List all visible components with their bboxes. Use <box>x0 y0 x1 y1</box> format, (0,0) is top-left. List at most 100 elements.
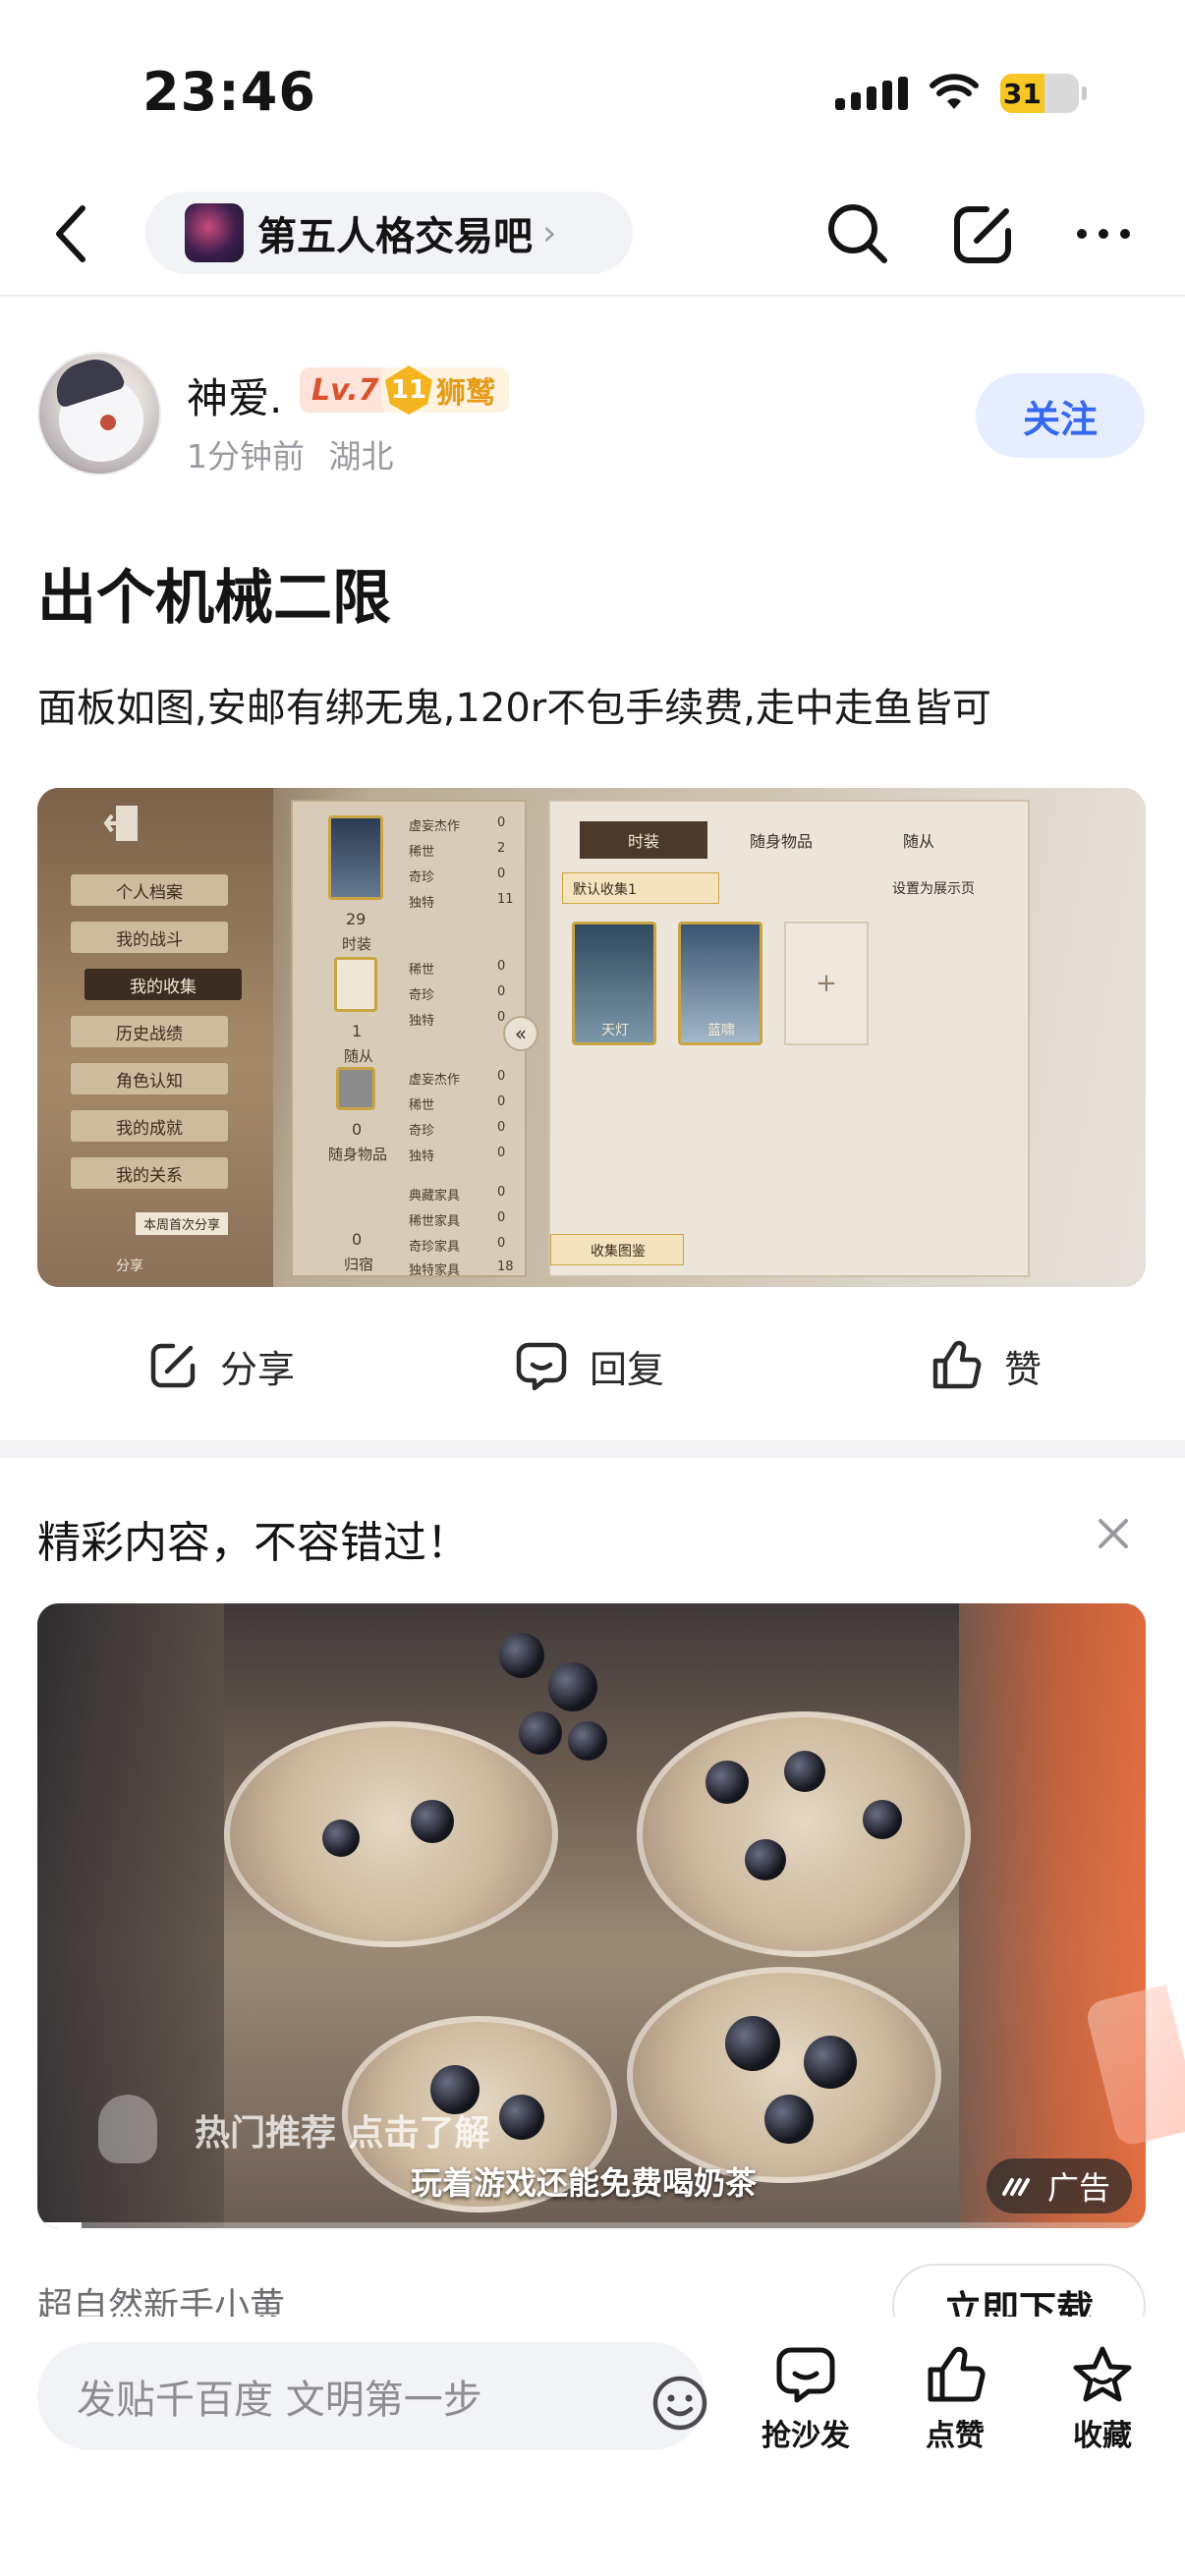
author-name[interactable]: 神爱. <box>187 365 282 425</box>
ad-hint: 热门推荐 点击了解 <box>195 2113 490 2154</box>
stat-value: 0 <box>497 867 506 881</box>
game-menu-item-active: 我的收集 <box>85 969 242 1000</box>
stat-name: 独特 <box>409 896 435 911</box>
like-label: 赞 <box>1004 1347 1043 1391</box>
reply-input-placeholder: 发贴千百度 文明第一步 <box>77 2378 482 2423</box>
stat-name: 独特 <box>409 1149 435 1164</box>
post-location: 湖北 <box>328 437 394 476</box>
stat-value: 0 <box>497 959 506 974</box>
game-menu-item: 我的成就 <box>71 1110 228 1142</box>
battery-level: 31 <box>1002 77 1042 110</box>
stat-value: 0 <box>497 1185 506 1200</box>
stat-name: 稀世 <box>409 1098 435 1113</box>
stat-value: 11 <box>497 892 514 907</box>
author-avatar[interactable] <box>37 352 161 476</box>
follower-card <box>334 957 377 1012</box>
game-tab: 随身物品 <box>749 832 813 851</box>
recommend-title: 精彩内容，不容错过！ <box>37 1518 470 1568</box>
reply-button[interactable]: 回复 <box>515 1331 664 1400</box>
stat-name: 独特 <box>409 1014 435 1029</box>
thumbs-up-icon <box>928 2346 986 2402</box>
game-display-toggle: 设置为展示页 <box>892 881 975 897</box>
bottom-like-label: 点赞 <box>926 2419 985 2453</box>
post-time: 1分钟前 <box>187 437 305 476</box>
more-button[interactable] <box>1071 201 1136 266</box>
stat-name: 奇珍 <box>409 1124 435 1139</box>
post-title: 出个机械二限 <box>37 564 391 633</box>
honor-gem-icon: 11 <box>385 365 432 415</box>
collect-label: 收藏 <box>1073 2419 1132 2453</box>
comment-icon <box>516 1342 567 1391</box>
stat-name: 奇珍 <box>409 870 435 885</box>
share-label: 分享 <box>220 1347 296 1391</box>
milk-tea-cup <box>627 1967 941 2183</box>
game-menu-panel: 个人档案 我的战斗 我的收集 历史战绩 角色认知 我的成就 我的关系 本周首次分… <box>37 788 273 1287</box>
accessory-count: 0 <box>352 1120 363 1139</box>
post-detail-screen: 23:46 31 第五人格交易吧 › 神爱. Lv.7 11 狮鹫 1分钟前 湖… <box>0 0 1185 2576</box>
video-progress-bar <box>37 2222 1146 2228</box>
collapse-arrow-icon: « <box>503 1016 538 1051</box>
stat-value: 0 <box>497 1094 506 1109</box>
collect-button[interactable]: 收藏 <box>1044 2344 1161 2454</box>
bottom-like-button[interactable]: 点赞 <box>896 2344 1014 2454</box>
game-menu-item: 角色认知 <box>71 1063 228 1094</box>
stat-name: 稀世 <box>409 845 435 860</box>
follower-label: 随从 <box>344 1047 374 1065</box>
ad-video[interactable]: 热门推荐 点击了解 玩着游戏还能免费喝奶茶 广告 <box>37 1603 1146 2228</box>
game-collection-panel: 时装 随身物品 随从 默认收集1 设置为展示页 天灯 蓝啸 + 收集图鉴 <box>548 800 1030 1277</box>
follow-button[interactable]: 关注 <box>976 373 1145 458</box>
post-body: 面板如图,安邮有绑无鬼,120r不包手续费,走中走鱼皆可 <box>37 686 991 731</box>
stat-value: 18 <box>497 1260 514 1274</box>
bottom-composer: 发贴千百度 文明第一步 抢沙发 点赞 收藏 <box>0 2317 1185 2576</box>
game-tab-active: 时装 <box>580 821 707 859</box>
reply-input[interactable]: 发贴千百度 文明第一步 <box>37 2342 707 2450</box>
share-button[interactable]: 分享 <box>147 1331 295 1400</box>
battery-icon: 31 <box>1000 74 1087 113</box>
search-button[interactable] <box>825 201 890 266</box>
section-divider <box>0 1440 1185 1458</box>
home-label: 归宿 <box>344 1256 374 1273</box>
stat-value: 2 <box>497 841 506 856</box>
stat-name: 典藏家具 <box>409 1189 461 1204</box>
costume-card <box>328 815 383 900</box>
stat-value: 0 <box>497 1120 506 1135</box>
game-share-tip: 本周首次分享 <box>136 1212 229 1235</box>
back-button[interactable] <box>51 199 110 268</box>
exit-door-icon <box>103 806 138 841</box>
honor-badge: 11 狮鹫 <box>381 365 509 415</box>
sofa-label: 抢沙发 <box>762 2419 850 2453</box>
add-slot-icon: + <box>784 922 869 1045</box>
share-icon <box>150 1343 196 1388</box>
stat-name: 独特家具 <box>409 1263 461 1278</box>
close-button[interactable] <box>1091 1511 1136 1556</box>
stat-name: 稀世家具 <box>409 1214 461 1229</box>
edit-post-button[interactable] <box>951 201 1016 266</box>
stat-name: 奇珍 <box>409 988 435 1003</box>
like-button[interactable]: 赞 <box>930 1331 1042 1400</box>
reply-label: 回复 <box>590 1347 665 1391</box>
milk-tea-cup <box>224 1721 558 1947</box>
level-badge: Lv.7 <box>300 367 391 413</box>
game-stats-panel: 虚妄杰作 0 稀世 2 奇珍 0 独特 11 29 时装 稀世 0 奇珍 0 独… <box>291 800 527 1278</box>
status-time: 23:46 <box>142 61 316 123</box>
ad-badge: 广告 <box>986 2158 1132 2213</box>
ad-mark-icon <box>1001 2178 1030 2196</box>
game-menu-item: 我的关系 <box>71 1157 228 1189</box>
stat-value: 0 <box>497 815 506 830</box>
game-tab: 随从 <box>902 832 934 851</box>
stat-value: 0 <box>497 984 506 999</box>
signal-icon <box>835 77 908 110</box>
ad-caption: 玩着游戏还能免费喝奶茶 <box>411 2164 758 2202</box>
sofa-button[interactable]: 抢沙发 <box>747 2344 865 2454</box>
stat-value: 0 <box>497 1236 506 1251</box>
edit-icon <box>954 206 1011 263</box>
post-meta: 1分钟前 湖北 <box>187 430 394 477</box>
emoji-icon[interactable] <box>650 2374 709 2433</box>
game-menu-item: 我的战斗 <box>71 922 228 953</box>
follower-count: 1 <box>352 1022 363 1040</box>
forum-link[interactable]: 第五人格交易吧 › <box>145 192 633 274</box>
game-menu-item: 历史战绩 <box>71 1016 228 1047</box>
stat-name: 虚妄杰作 <box>409 819 461 834</box>
post-image[interactable]: 个人档案 我的战斗 我的收集 历史战绩 角色认知 我的成就 我的关系 本周首次分… <box>37 788 1146 1287</box>
search-icon <box>828 204 887 263</box>
